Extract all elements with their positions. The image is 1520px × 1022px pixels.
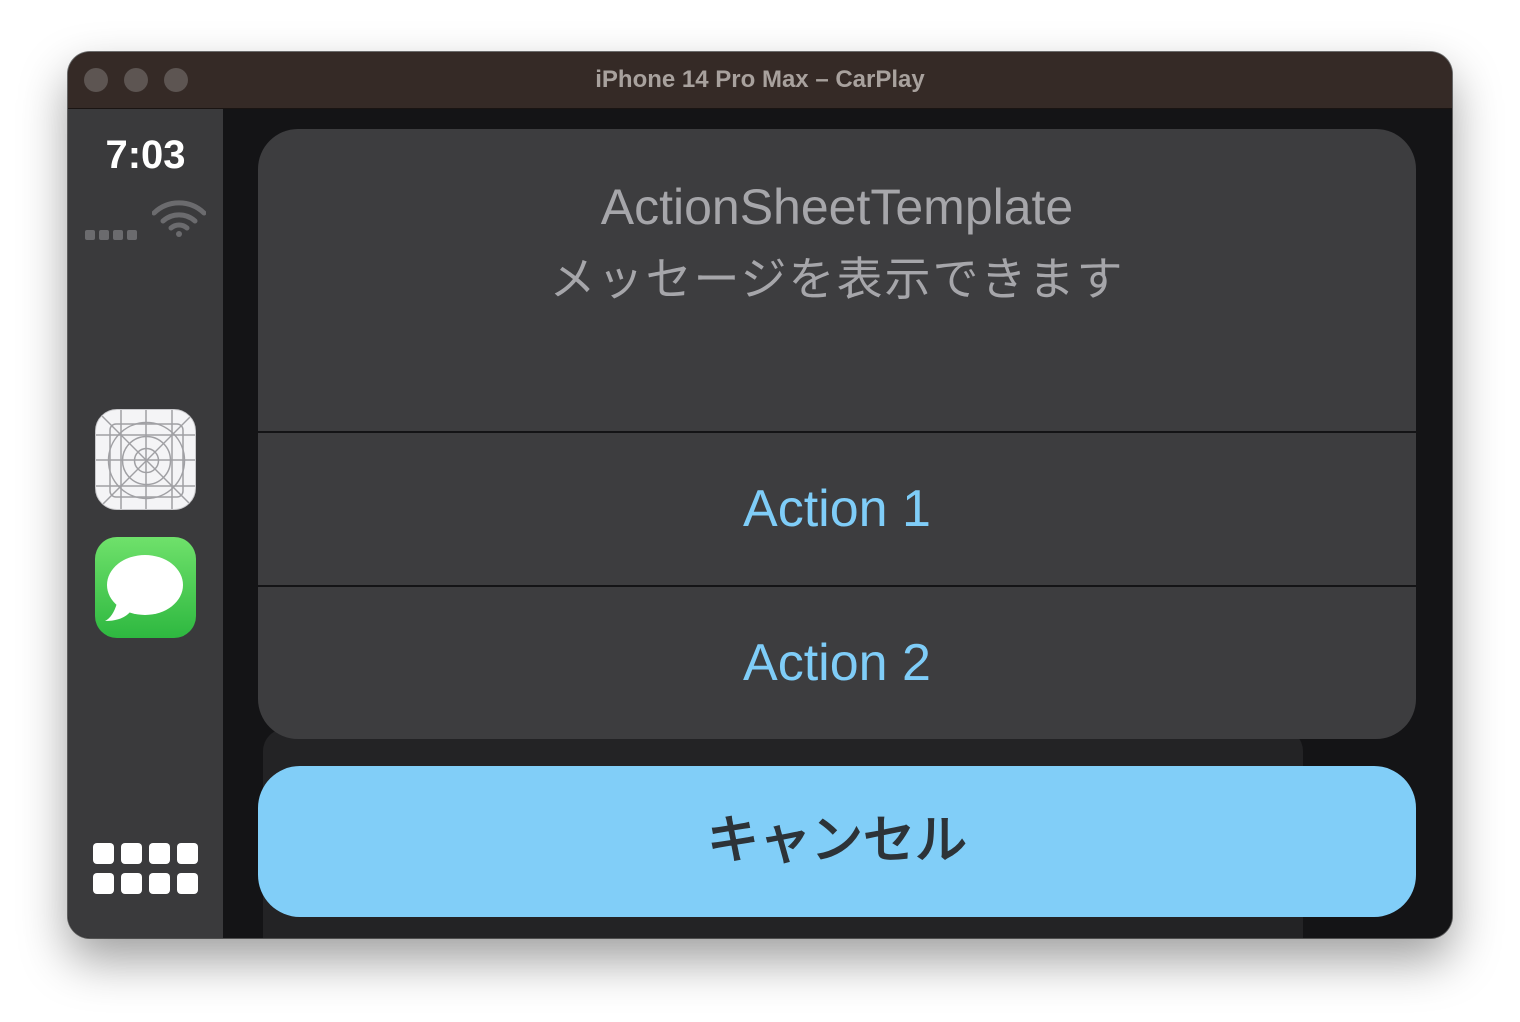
carplay-screen: 7:03 ActionSheetTemplate メッセージを表示できます Ac… [68,109,1452,938]
template-app-icon[interactable] [95,409,196,510]
cancel-button[interactable]: キャンセル [258,766,1416,917]
carplay-window: iPhone 14 Pro Max – CarPlay 7:03 ActionS… [68,52,1452,938]
messages-app-icon[interactable] [95,537,196,638]
wifi-icon [152,200,206,237]
signal-dots-icon [85,225,145,240]
action-1-button[interactable]: Action 1 [258,433,1416,585]
app-grid-icon[interactable] [93,843,199,897]
title-bar[interactable]: iPhone 14 Pro Max – CarPlay [68,52,1452,109]
action-sheet-message: メッセージを表示できます [549,252,1125,306]
action-sheet-header: ActionSheetTemplate メッセージを表示できます [258,129,1416,431]
carplay-main-area: ActionSheetTemplate メッセージを表示できます Action … [223,109,1452,938]
speech-bubble-icon [105,555,183,621]
status-time: 7:03 [105,133,186,177]
action-sheet: ActionSheetTemplate メッセージを表示できます Action … [258,129,1416,739]
action-sheet-title: ActionSheetTemplate [600,179,1074,235]
action-2-button[interactable]: Action 2 [258,587,1416,739]
app-icon-grid-guides-icon [96,410,195,509]
window-title: iPhone 14 Pro Max – CarPlay [595,66,925,93]
carplay-sidebar: 7:03 [68,109,223,938]
